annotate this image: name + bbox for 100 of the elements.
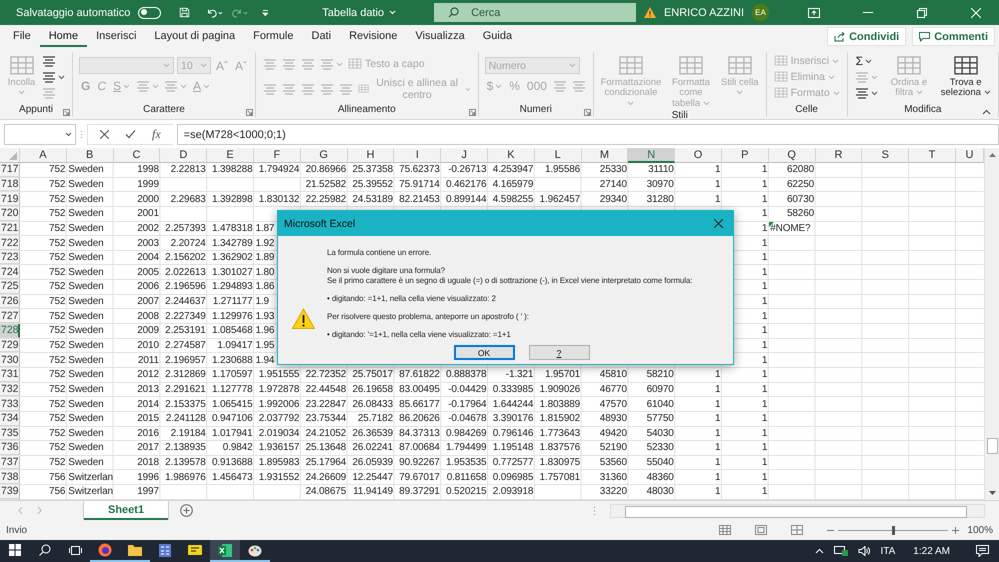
row-header[interactable]: 734 [0, 412, 20, 426]
column-header[interactable]: P [722, 148, 769, 163]
vertical-scrollbar[interactable] [984, 148, 999, 500]
column-header[interactable]: O [675, 148, 722, 163]
ribbon-button[interactable]: Σ [854, 54, 874, 68]
menu-tab[interactable]: Visualizza [406, 26, 474, 46]
menu-tab[interactable]: Revisione [340, 26, 406, 46]
row-header[interactable]: 726 [0, 294, 20, 308]
zoom-level[interactable]: 100% [967, 524, 993, 536]
warning-icon[interactable] [644, 7, 656, 18]
column-header[interactable]: S [862, 148, 910, 163]
row-header[interactable]: 736 [0, 441, 20, 455]
chevron-up-icon[interactable] [815, 548, 824, 554]
folder-icon[interactable] [128, 544, 142, 556]
scroll-up-icon[interactable] [988, 152, 996, 157]
launcher-icon[interactable] [468, 109, 476, 116]
column-header[interactable]: D [160, 148, 208, 163]
page-break-icon[interactable] [791, 525, 804, 535]
normal-view-icon[interactable] [719, 525, 732, 535]
column-header[interactable]: G [300, 148, 348, 163]
menu-tab[interactable]: Dati [302, 26, 340, 46]
autosave-toggle[interactable] [138, 6, 161, 18]
row-header[interactable]: 737 [0, 456, 20, 470]
previous-sheet-icon[interactable] [18, 507, 23, 514]
scroll-thumb[interactable] [987, 438, 998, 454]
insert-function-button[interactable]: fx [152, 127, 161, 142]
row-header[interactable]: 732 [0, 382, 20, 396]
check-icon[interactable] [125, 130, 136, 139]
menu-tab[interactable]: Inserisci [87, 26, 146, 46]
column-header[interactable]: K [488, 148, 535, 163]
row-header[interactable]: 722 [0, 236, 20, 250]
row-header[interactable]: 738 [0, 470, 20, 484]
ribbon-button[interactable] [41, 54, 58, 68]
row-header[interactable]: 725 [0, 280, 20, 294]
column-header[interactable]: Q [768, 148, 816, 163]
redo-icon[interactable] [230, 6, 248, 18]
clock[interactable]: 1:22 AM [913, 546, 950, 556]
column-header[interactable]: H [348, 148, 394, 163]
zoom-in-icon[interactable] [952, 526, 960, 534]
row-header[interactable]: 733 [0, 397, 20, 411]
column-header[interactable]: E [207, 148, 254, 163]
user-name[interactable]: ENRICO AZZINI [664, 6, 744, 18]
column-header[interactable]: C [114, 148, 160, 163]
scroll-thumb[interactable] [625, 506, 967, 518]
user-avatar[interactable]: EA [752, 4, 769, 21]
ribbon-display-icon[interactable] [808, 8, 820, 18]
column-header[interactable]: T [909, 148, 956, 163]
row-header[interactable]: 719 [0, 192, 20, 206]
scroll-down-icon[interactable] [988, 491, 996, 496]
page-layout-icon[interactable] [755, 525, 768, 535]
row-header[interactable]: 728 [0, 324, 20, 338]
row-header[interactable]: 721 [0, 222, 20, 236]
name-box[interactable] [4, 124, 76, 145]
cancel-icon[interactable] [100, 130, 109, 139]
dialog-button[interactable]: ? [528, 345, 590, 360]
share-button[interactable]: Condividi [827, 27, 906, 46]
save-icon[interactable] [178, 6, 190, 19]
app-icon[interactable] [188, 545, 202, 555]
column-header[interactable]: L [534, 148, 582, 163]
launcher-icon[interactable] [63, 109, 70, 116]
palette-icon[interactable] [248, 544, 262, 556]
menu-tab[interactable]: File [4, 26, 40, 46]
column-header[interactable]: R [816, 148, 862, 163]
search-icon[interactable] [39, 544, 51, 556]
row-header[interactable]: 724 [0, 265, 20, 280]
menu-tab[interactable]: Guida [474, 26, 522, 46]
browser-icon[interactable] [98, 543, 112, 557]
close-icon[interactable] [714, 219, 722, 228]
customize-icon[interactable] [262, 8, 268, 16]
ribbon-button[interactable]: Trova e seleziona [939, 54, 992, 100]
windows-start-icon[interactable] [9, 544, 21, 556]
restore-icon[interactable] [917, 8, 927, 18]
row-header[interactable]: 718 [0, 178, 20, 192]
horizontal-scrollbar[interactable] [610, 504, 985, 518]
language-indicator[interactable]: ITA [880, 546, 896, 556]
column-header[interactable]: M [582, 148, 628, 163]
column-header[interactable]: I [394, 148, 442, 163]
calculator-icon[interactable] [159, 544, 171, 556]
row-header[interactable]: 717 [0, 163, 20, 177]
search-field[interactable]: Cerca [434, 3, 636, 22]
row-header[interactable]: 727 [0, 309, 20, 324]
document-title[interactable]: Tabella datio [322, 6, 384, 18]
spreadsheet-icon[interactable] [218, 544, 232, 556]
row-header[interactable]: 729 [0, 338, 20, 352]
column-header[interactable]: F [254, 148, 301, 163]
sheet-tab[interactable]: Sheet1 [84, 501, 168, 520]
collapse-icon[interactable] [982, 109, 991, 115]
comments-button[interactable]: Commenti [912, 27, 995, 46]
row-header[interactable]: 720 [0, 206, 20, 221]
formula-field[interactable]: =se(M728<1000;0;1) [176, 124, 999, 145]
network-icon[interactable] [834, 546, 848, 556]
next-sheet-icon[interactable] [37, 507, 42, 514]
row-header[interactable]: 731 [0, 368, 20, 382]
row-header[interactable]: 723 [0, 250, 20, 264]
undo-icon[interactable] [206, 6, 223, 18]
column-header[interactable]: N [628, 148, 676, 163]
ribbon-button[interactable] [41, 70, 66, 84]
select-all-icon[interactable] [9, 152, 17, 160]
row-header[interactable]: 735 [0, 426, 20, 440]
add-sheet-icon[interactable] [180, 504, 194, 517]
